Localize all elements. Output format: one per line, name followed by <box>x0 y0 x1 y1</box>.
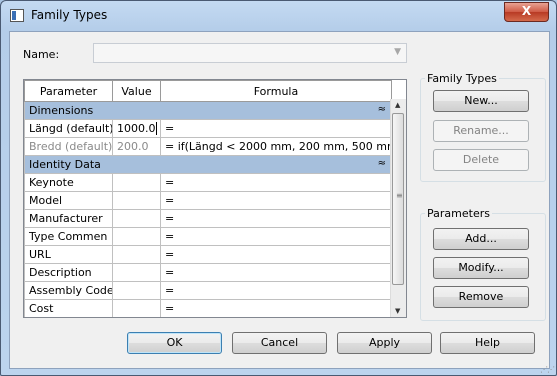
dialog-body: Name: ▼ Parameter Value Formula Dimensio… <box>9 31 550 369</box>
cancel-button[interactable]: Cancel <box>232 332 327 354</box>
chevron-down-icon: ▼ <box>394 47 401 57</box>
ok-button[interactable]: OK <box>127 332 222 354</box>
app-icon <box>10 9 24 22</box>
value-cell[interactable] <box>112 281 161 300</box>
parameter-cell[interactable]: Keynote <box>24 173 113 192</box>
resize-grip-icon[interactable]: ⋰⋰ <box>540 365 555 374</box>
formula-cell[interactable]: = <box>160 245 392 264</box>
parameter-cell[interactable]: Assembly Code <box>24 281 113 300</box>
table-row: Type Commen = <box>24 227 392 246</box>
window-title: Family Types <box>31 8 108 22</box>
grip-icon: ≡ <box>396 191 403 200</box>
name-dropdown[interactable]: ▼ <box>93 43 407 63</box>
chevron-double-up-icon[interactable]: ≈ <box>378 158 386 169</box>
value-cell[interactable]: 1000.0 <box>112 119 161 138</box>
family-types-legend: Family Types <box>427 72 497 85</box>
help-button[interactable]: Help <box>440 332 535 354</box>
value-cell[interactable] <box>112 245 161 264</box>
add-parameter-button[interactable]: Add... <box>433 228 529 250</box>
name-label: Name: <box>23 48 60 61</box>
column-header-formula[interactable]: Formula <box>160 80 392 102</box>
group-label: Dimensions <box>29 104 94 117</box>
value-cell[interactable] <box>112 299 161 317</box>
value-cell[interactable] <box>112 173 161 192</box>
grid-header-row: Parameter Value Formula <box>24 80 392 102</box>
group-label: Identity Data <box>29 158 101 171</box>
formula-cell[interactable]: = <box>160 281 392 300</box>
table-row: Längd (default) 1000.0 = <box>24 119 392 138</box>
formula-cell[interactable]: = <box>160 191 392 210</box>
family-types-dialog: Family Types X Name: ▼ Parameter Value F… <box>0 0 557 376</box>
column-header-parameter[interactable]: Parameter <box>24 80 113 102</box>
parameter-grid: Parameter Value Formula Dimensions ≈ Läng… <box>23 79 407 318</box>
new-type-button[interactable]: New... <box>433 90 529 112</box>
value-cell: 200.0 <box>112 137 161 156</box>
formula-cell[interactable]: = <box>160 263 392 282</box>
parameter-cell[interactable]: Bredd (default) <box>24 137 113 156</box>
rename-type-button[interactable]: Rename... <box>433 120 529 142</box>
table-row: Description = <box>24 263 392 282</box>
value-cell[interactable] <box>112 227 161 246</box>
column-header-value[interactable]: Value <box>112 80 161 102</box>
chevron-double-up-icon[interactable]: ≈ <box>378 104 386 115</box>
scroll-down-icon[interactable]: ▼ <box>395 307 400 315</box>
table-row: Bredd (default) 200.0 = if(Längd < 2000 … <box>24 137 392 156</box>
formula-cell[interactable]: = <box>160 299 392 317</box>
scrollbar-thumb[interactable]: ≡ <box>392 113 404 285</box>
modify-parameter-button[interactable]: Modify... <box>433 257 529 279</box>
group-row-dimensions[interactable]: Dimensions ≈ <box>24 101 392 120</box>
value-input[interactable]: 1000.0 <box>117 122 157 135</box>
value-cell[interactable] <box>112 191 161 210</box>
close-button[interactable]: X <box>504 2 549 22</box>
title-bar[interactable]: Family Types X <box>1 1 556 31</box>
parameter-cell[interactable]: Längd (default) <box>24 119 113 138</box>
table-row: Model = <box>24 191 392 210</box>
formula-cell[interactable]: = <box>160 227 392 246</box>
vertical-scrollbar[interactable]: ▲ ≡ ▼ <box>390 99 406 317</box>
parameter-cell[interactable]: Manufacturer <box>24 209 113 228</box>
parameter-table: Parameter Value Formula Dimensions ≈ Läng… <box>24 80 392 317</box>
formula-cell[interactable]: = <box>160 119 392 138</box>
formula-cell[interactable]: = <box>160 209 392 228</box>
value-cell[interactable] <box>112 263 161 282</box>
table-row: URL = <box>24 245 392 264</box>
parameter-cell[interactable]: Type Commen <box>24 227 113 246</box>
formula-cell[interactable]: = if(Längd < 2000 mm, 200 mm, 500 mm) <box>160 137 392 156</box>
value-cell[interactable] <box>112 209 161 228</box>
parameter-cell[interactable]: URL <box>24 245 113 264</box>
parameter-cell[interactable]: Description <box>24 263 113 282</box>
formula-cell[interactable]: = <box>160 173 392 192</box>
scroll-up-icon[interactable]: ▲ <box>395 101 400 109</box>
parameter-cell[interactable]: Model <box>24 191 113 210</box>
remove-parameter-button[interactable]: Remove <box>433 286 529 308</box>
table-row: Assembly Code = <box>24 281 392 300</box>
table-row: Cost = <box>24 299 392 317</box>
apply-button[interactable]: Apply <box>337 332 432 354</box>
table-row: Keynote = <box>24 173 392 192</box>
parameter-cell[interactable]: Cost <box>24 299 113 317</box>
table-row: Manufacturer = <box>24 209 392 228</box>
parameters-legend: Parameters <box>427 207 490 220</box>
delete-type-button[interactable]: Delete <box>433 149 529 171</box>
group-row-identity-data[interactable]: Identity Data ≈ <box>24 155 392 174</box>
